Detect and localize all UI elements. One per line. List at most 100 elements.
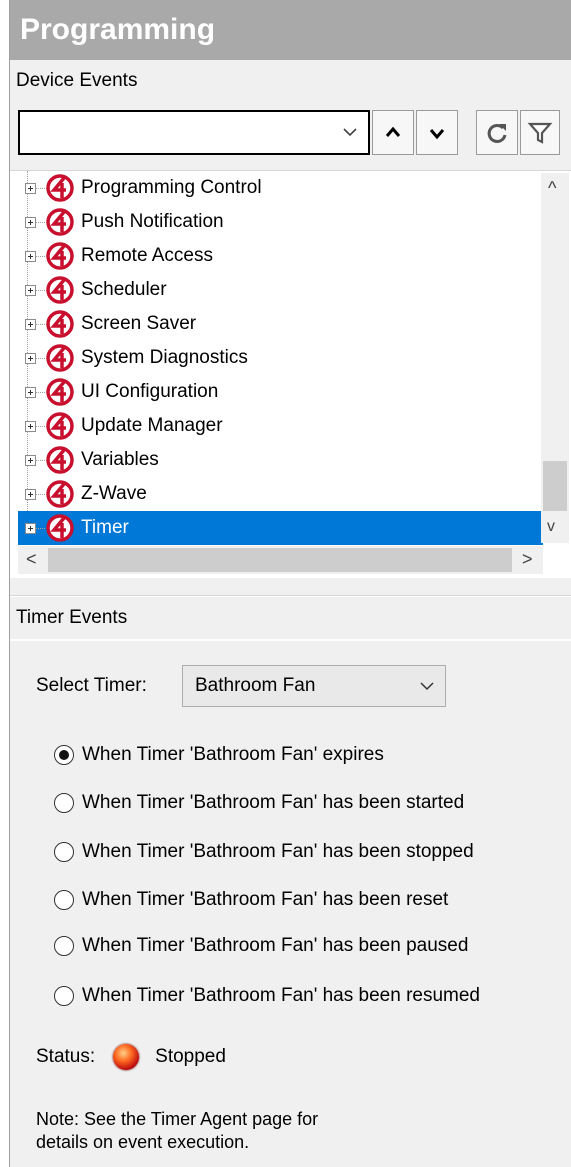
radio-paused[interactable]: When Timer 'Bathroom Fan' has been pause… [54, 935, 468, 957]
expand-icon[interactable] [25, 284, 36, 296]
tree-item-screen-saver[interactable]: Screen Saver [18, 307, 543, 341]
tree-item-label: Remote Access [81, 245, 213, 266]
tree-connector [36, 187, 45, 189]
control4-logo-icon [46, 310, 74, 338]
tree-connector [36, 357, 45, 359]
expand-icon[interactable] [25, 318, 36, 330]
radio-button[interactable] [54, 936, 74, 956]
expand-icon[interactable] [25, 352, 36, 364]
tree-item-push-notification[interactable]: Push Notification [18, 205, 543, 239]
scroll-up-icon[interactable]: ^ [548, 179, 556, 197]
tree-connector [36, 289, 45, 291]
timer-select-value: Bathroom Fan [195, 675, 316, 696]
scroll-left-icon[interactable]: < [26, 550, 37, 568]
combo-dropdown-icon[interactable] [340, 122, 360, 142]
up-arrow-button[interactable] [372, 110, 414, 155]
panel-splitter[interactable] [10, 578, 571, 596]
tree-item-label: Screen Saver [81, 313, 197, 334]
control4-logo-icon [46, 276, 74, 304]
refresh-button[interactable] [476, 110, 518, 155]
timer-events-panel: Select Timer: Bathroom Fan When Timer 'B… [10, 641, 571, 1167]
status-value: Stopped [155, 1046, 226, 1067]
tree-item-label: Programming Control [81, 177, 262, 198]
tree-item-label: Variables [81, 449, 159, 470]
expand-icon[interactable] [25, 420, 36, 432]
tree-horizontal-scrollbar[interactable]: < > [18, 546, 543, 574]
tree-item-timer[interactable]: Timer [18, 511, 543, 545]
radio-label: When Timer 'Bathroom Fan' has been stopp… [82, 841, 474, 862]
page-title: Programming [10, 0, 571, 60]
chevron-up-icon [385, 126, 401, 137]
radio-resumed[interactable]: When Timer 'Bathroom Fan' has been resum… [54, 985, 480, 1007]
radio-button[interactable] [54, 793, 74, 813]
radio-label: When Timer 'Bathroom Fan' expires [82, 744, 384, 765]
tree-connector [36, 323, 45, 325]
expand-icon[interactable] [25, 182, 36, 194]
radio-label: When Timer 'Bathroom Fan' has been resum… [82, 985, 480, 1006]
scroll-right-icon[interactable]: > [522, 550, 533, 568]
radio-button[interactable] [54, 745, 74, 765]
timer-events-header: Timer Events [10, 597, 571, 639]
radio-expires[interactable]: When Timer 'Bathroom Fan' expires [54, 744, 384, 766]
tree-item-variables[interactable]: Variables [18, 443, 543, 477]
tree-connector [36, 221, 45, 223]
expand-icon[interactable] [25, 250, 36, 262]
control4-logo-icon [46, 412, 74, 440]
radio-started[interactable]: When Timer 'Bathroom Fan' has been start… [54, 792, 464, 814]
expand-icon[interactable] [25, 522, 36, 534]
expand-icon[interactable] [25, 386, 36, 398]
radio-label: When Timer 'Bathroom Fan' has been reset [82, 889, 449, 910]
event-search-combo[interactable] [18, 110, 370, 155]
radio-label: When Timer 'Bathroom Fan' has been start… [82, 792, 465, 813]
control4-logo-icon [46, 344, 74, 372]
tree-connector [36, 255, 45, 257]
radio-label: When Timer 'Bathroom Fan' has been pause… [82, 935, 469, 956]
expand-icon[interactable] [25, 454, 36, 466]
tree-item-programming-control[interactable]: Programming Control [18, 171, 543, 205]
radio-reset[interactable]: When Timer 'Bathroom Fan' has been reset [54, 889, 448, 911]
tree-connector [36, 425, 45, 427]
control4-logo-icon [46, 174, 74, 202]
control4-logo-icon [46, 446, 74, 474]
control4-logo-icon [46, 208, 74, 236]
filter-button[interactable] [520, 110, 560, 155]
tree-item-z-wave[interactable]: Z-Wave [18, 477, 543, 511]
tree-item-label: System Diagnostics [81, 347, 248, 368]
scroll-down-icon[interactable]: v [547, 519, 555, 535]
filter-icon [527, 122, 553, 144]
timer-select[interactable]: Bathroom Fan [182, 665, 446, 707]
down-arrow-button[interactable] [416, 110, 458, 155]
expand-icon[interactable] [25, 216, 36, 228]
tree-item-label: Scheduler [81, 279, 167, 300]
device-events-header: Device Events [10, 60, 571, 102]
tree-item-label: Push Notification [81, 211, 224, 232]
chevron-down-icon [429, 128, 445, 139]
control4-logo-icon [46, 378, 74, 406]
radio-button[interactable] [54, 986, 74, 1006]
horizontal-scroll-thumb[interactable] [48, 548, 512, 572]
radio-button[interactable] [54, 842, 74, 862]
note-line-2: details on event execution. [36, 1132, 250, 1152]
vertical-scroll-thumb[interactable] [543, 461, 567, 511]
note-line-1: Note: See the Timer Agent page for [36, 1109, 319, 1129]
tree-item-update-manager[interactable]: Update Manager [18, 409, 543, 443]
refresh-icon [487, 123, 507, 143]
expand-icon[interactable] [25, 488, 36, 500]
radio-stopped[interactable]: When Timer 'Bathroom Fan' has been stopp… [54, 841, 474, 863]
tree-item-scheduler[interactable]: Scheduler [18, 273, 543, 307]
status-label: Status: [36, 1046, 96, 1067]
tree-vertical-scrollbar[interactable]: ^ v [541, 173, 569, 543]
control4-logo-icon [46, 514, 74, 542]
tree-item-label: Timer [81, 517, 129, 538]
timer-note: Note: See the Timer Agent page for detai… [36, 1108, 396, 1154]
radio-button[interactable] [54, 890, 74, 910]
tree-item-remote-access[interactable]: Remote Access [18, 239, 543, 273]
tree-item-system-diagnostics[interactable]: System Diagnostics [18, 341, 543, 375]
control4-logo-icon [46, 242, 74, 270]
tree-item-ui-configuration[interactable]: UI Configuration [18, 375, 543, 409]
device-events-toolbar [10, 102, 571, 170]
status-row: Status: Stopped [36, 1044, 226, 1070]
tree-connector [36, 527, 45, 529]
tree-connector [36, 391, 45, 393]
device-events-tree[interactable]: Programming Control Push Notification Re… [10, 170, 571, 578]
